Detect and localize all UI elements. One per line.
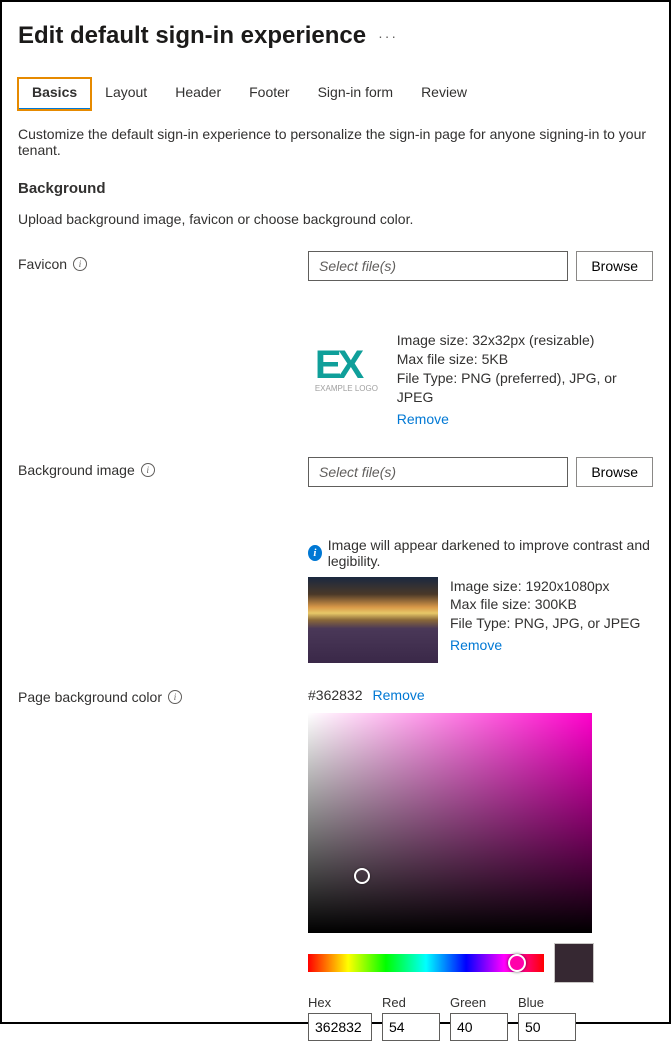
bgimage-meta-size: Image size: 1920x1080px <box>450 577 640 596</box>
red-input[interactable] <box>382 1013 440 1041</box>
info-icon[interactable]: i <box>141 463 155 477</box>
favicon-logo-text: EX <box>315 348 378 382</box>
red-input-label: Red <box>382 995 440 1010</box>
bgimage-meta-filesize: Max file size: 300KB <box>450 595 640 614</box>
color-saturation-panel[interactable] <box>308 713 592 933</box>
bgimage-preview <box>308 577 438 663</box>
favicon-remove-link[interactable]: Remove <box>397 411 449 427</box>
tab-header[interactable]: Header <box>161 78 235 110</box>
favicon-logo-sub: EXAMPLE LOGO <box>315 384 378 393</box>
favicon-meta-filesize: Max file size: 5KB <box>397 350 653 369</box>
tab-footer[interactable]: Footer <box>235 78 303 110</box>
favicon-meta-filetype: File Type: PNG (preferred), JPG, or JPEG <box>397 369 653 407</box>
bgimage-label: Background image <box>18 462 135 478</box>
green-input-label: Green <box>450 995 508 1010</box>
hex-input-label: Hex <box>308 995 372 1010</box>
saturation-handle[interactable] <box>354 868 370 884</box>
hex-input[interactable] <box>308 1013 372 1041</box>
favicon-browse-button[interactable]: Browse <box>576 251 653 281</box>
tabs: Basics Layout Header Footer Sign-in form… <box>18 78 653 110</box>
page-description: Customize the default sign-in experience… <box>18 126 653 158</box>
hue-handle[interactable] <box>508 954 526 972</box>
green-input[interactable] <box>450 1013 508 1041</box>
tab-review[interactable]: Review <box>407 78 481 110</box>
pagecolor-label: Page background color <box>18 689 162 705</box>
bgimage-browse-button[interactable]: Browse <box>576 457 653 487</box>
more-icon[interactable]: ··· <box>378 28 398 44</box>
pagecolor-remove-link[interactable]: Remove <box>373 687 425 703</box>
info-icon[interactable]: i <box>168 690 182 704</box>
tab-layout[interactable]: Layout <box>91 78 161 110</box>
section-heading-background: Background <box>18 180 653 197</box>
section-sub-background: Upload background image, favicon or choo… <box>18 211 653 227</box>
favicon-preview: EX EXAMPLE LOGO <box>308 331 385 409</box>
info-icon[interactable]: i <box>73 257 87 271</box>
blue-input[interactable] <box>518 1013 576 1041</box>
bgimage-info-msg: Image will appear darkened to improve co… <box>328 537 653 569</box>
page-title: Edit default sign-in experience <box>18 22 366 50</box>
color-swatch <box>554 943 594 983</box>
favicon-file-input[interactable]: Select file(s) <box>308 251 568 281</box>
pagecolor-hex-display: #362832 <box>308 687 363 703</box>
bgimage-file-input[interactable]: Select file(s) <box>308 457 568 487</box>
bgimage-remove-link[interactable]: Remove <box>450 637 502 653</box>
tab-signin-form[interactable]: Sign-in form <box>304 78 407 110</box>
tab-basics[interactable]: Basics <box>18 78 91 110</box>
bgimage-meta-filetype: File Type: PNG, JPG, or JPEG <box>450 614 640 633</box>
hue-slider[interactable] <box>308 954 544 972</box>
favicon-label: Favicon <box>18 256 67 272</box>
blue-input-label: Blue <box>518 995 576 1010</box>
info-icon: i <box>308 545 322 561</box>
favicon-meta-size: Image size: 32x32px (resizable) <box>397 331 653 350</box>
